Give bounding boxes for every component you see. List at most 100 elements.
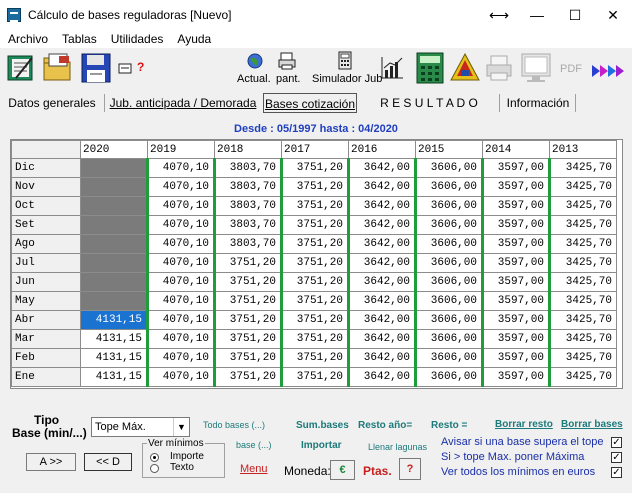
todo-bases-link[interactable]: Todo bases (...) — [203, 420, 265, 430]
base-cell[interactable]: 3751,20 — [280, 158, 349, 178]
base-cell[interactable]: 3597,00 — [481, 158, 550, 178]
base-cell[interactable]: 3751,20 — [280, 329, 349, 349]
base-cell[interactable]: 3606,00 — [414, 158, 483, 178]
base-cell[interactable]: 3751,20 — [280, 253, 349, 273]
menu-archivo[interactable]: Archivo — [0, 32, 55, 46]
base-cell[interactable]: 4070,10 — [146, 158, 215, 178]
tab-informacion[interactable]: Información — [505, 93, 571, 113]
tab-jub-anticipada[interactable]: Jub. anticipada / Demorada — [109, 93, 257, 113]
base-cell[interactable]: 4131,15 — [80, 348, 148, 368]
base-cell[interactable]: 3425,70 — [548, 329, 617, 349]
base-cell[interactable]: 4070,10 — [146, 253, 215, 273]
base-cell[interactable]: 3642,00 — [347, 310, 416, 330]
base-cell[interactable]: 4070,10 — [146, 367, 215, 387]
base-cell[interactable]: 3425,70 — [548, 272, 617, 292]
base-cell[interactable]: 3425,70 — [548, 215, 617, 235]
menu-link[interactable]: Menu — [240, 463, 268, 475]
base-cell[interactable]: 3606,00 — [414, 234, 483, 254]
base-cell[interactable]: 3751,20 — [280, 196, 349, 216]
tab-resultado[interactable]: R E S U L T A D O — [367, 93, 491, 113]
base-cell[interactable]: 3751,20 — [213, 253, 282, 273]
base-cell[interactable]: 4070,10 — [146, 348, 215, 368]
base-cell[interactable]: 3597,00 — [481, 272, 550, 292]
llenar-lagunas-link[interactable]: Llenar lagunas — [368, 442, 427, 452]
base-cell[interactable]: 4070,10 — [146, 272, 215, 292]
base-cell[interactable]: 3597,00 — [481, 234, 550, 254]
base-cell[interactable]: 3803,70 — [213, 158, 282, 178]
base-cell[interactable]: 4131,15 — [80, 329, 148, 349]
avisar-checkbox[interactable]: ✓ — [611, 437, 622, 448]
base-cell[interactable]: 3751,20 — [213, 329, 282, 349]
menu-tablas[interactable]: Tablas — [55, 32, 104, 46]
base-cell[interactable]: 3425,70 — [548, 158, 617, 178]
close-button[interactable]: ✕ — [594, 0, 632, 30]
notebook-icon[interactable] — [6, 52, 38, 84]
base-cell[interactable]: 3597,00 — [481, 310, 550, 330]
base-cell[interactable]: 4070,10 — [146, 177, 215, 197]
base-cell[interactable]: 3425,70 — [548, 177, 617, 197]
base-cell[interactable]: 3642,00 — [347, 177, 416, 197]
open-folder-icon[interactable] — [41, 52, 75, 84]
tab-datos-generales[interactable]: Datos generales — [8, 93, 96, 113]
save-icon[interactable] — [80, 52, 112, 84]
base-cell[interactable]: 3642,00 — [347, 348, 416, 368]
base-cell[interactable]: 3597,00 — [481, 215, 550, 235]
base-cell[interactable]: 3642,00 — [347, 329, 416, 349]
base-cell[interactable]: 3606,00 — [414, 196, 483, 216]
base-cell[interactable]: 3597,00 — [481, 196, 550, 216]
forward-arrows-icon[interactable] — [592, 63, 624, 79]
base-cell[interactable]: 3751,20 — [213, 348, 282, 368]
base-cell[interactable]: 3803,70 — [213, 196, 282, 216]
globe-icon[interactable] — [246, 52, 264, 70]
base-cell[interactable]: 3751,20 — [213, 367, 282, 387]
tab-bases-cotizacion[interactable]: Bases cotización — [263, 93, 357, 113]
radio-importe[interactable] — [150, 453, 159, 462]
grey-printer-icon[interactable] — [484, 53, 514, 83]
base-cell[interactable]: 4131,15 — [80, 367, 148, 387]
base-cell[interactable]: 3803,70 — [213, 177, 282, 197]
base-cell[interactable]: 3606,00 — [414, 177, 483, 197]
base-link[interactable]: base (...) — [236, 440, 272, 450]
ver-todos-checkbox[interactable]: ✓ — [611, 467, 622, 478]
base-cell[interactable]: 3606,00 — [414, 310, 483, 330]
base-cell[interactable]: 4070,10 — [146, 215, 215, 235]
sum-bases-link[interactable]: Sum.bases — [296, 420, 349, 431]
pdf-label[interactable]: PDF — [560, 63, 582, 75]
base-cell[interactable]: 3803,70 — [213, 215, 282, 235]
chevron-down-icon[interactable]: ▼ — [173, 418, 189, 436]
base-cell[interactable]: 4070,10 — [146, 234, 215, 254]
base-cell[interactable]: 3597,00 — [481, 348, 550, 368]
base-cell[interactable]: 3642,00 — [347, 234, 416, 254]
menu-utilidades[interactable]: Utilidades — [104, 32, 171, 46]
base-cell[interactable]: 3606,00 — [414, 329, 483, 349]
base-cell[interactable]: 3642,00 — [347, 367, 416, 387]
base-cell[interactable]: 3642,00 — [347, 291, 416, 311]
base-cell[interactable]: 3606,00 — [414, 253, 483, 273]
si-tope-checkbox[interactable]: ✓ — [611, 452, 622, 463]
tipo-base-select[interactable]: Tope Máx. ▼ — [91, 417, 190, 437]
base-cell[interactable]: 4070,10 — [146, 329, 215, 349]
base-cell[interactable]: 4070,10 — [146, 310, 215, 330]
euro-button[interactable]: € — [330, 460, 355, 480]
help-mark[interactable]: ? — [137, 60, 144, 74]
base-cell[interactable]: 3606,00 — [414, 367, 483, 387]
printer-icon[interactable] — [277, 51, 297, 71]
base-cell[interactable]: 3597,00 — [481, 177, 550, 197]
base-cell[interactable]: 4070,10 — [146, 291, 215, 311]
base-cell[interactable]: 4131,15 — [80, 310, 148, 330]
base-cell[interactable]: 3751,20 — [280, 177, 349, 197]
base-cell[interactable]: 3642,00 — [347, 272, 416, 292]
base-cell[interactable]: 3642,00 — [347, 196, 416, 216]
base-cell[interactable]: 3803,70 — [213, 234, 282, 254]
base-cell[interactable]: 3751,20 — [280, 367, 349, 387]
borrar-resto-link[interactable]: Borrar resto — [495, 419, 553, 430]
radio-texto[interactable] — [150, 464, 159, 473]
base-cell[interactable]: 3597,00 — [481, 291, 550, 311]
base-cell[interactable]: 3597,00 — [481, 253, 550, 273]
base-cell[interactable]: 3606,00 — [414, 215, 483, 235]
base-cell[interactable]: 3751,20 — [280, 272, 349, 292]
base-cell[interactable]: 3597,00 — [481, 367, 550, 387]
base-cell[interactable]: 4070,10 — [146, 196, 215, 216]
base-cell[interactable]: 3606,00 — [414, 348, 483, 368]
base-cell[interactable]: 3642,00 — [347, 158, 416, 178]
